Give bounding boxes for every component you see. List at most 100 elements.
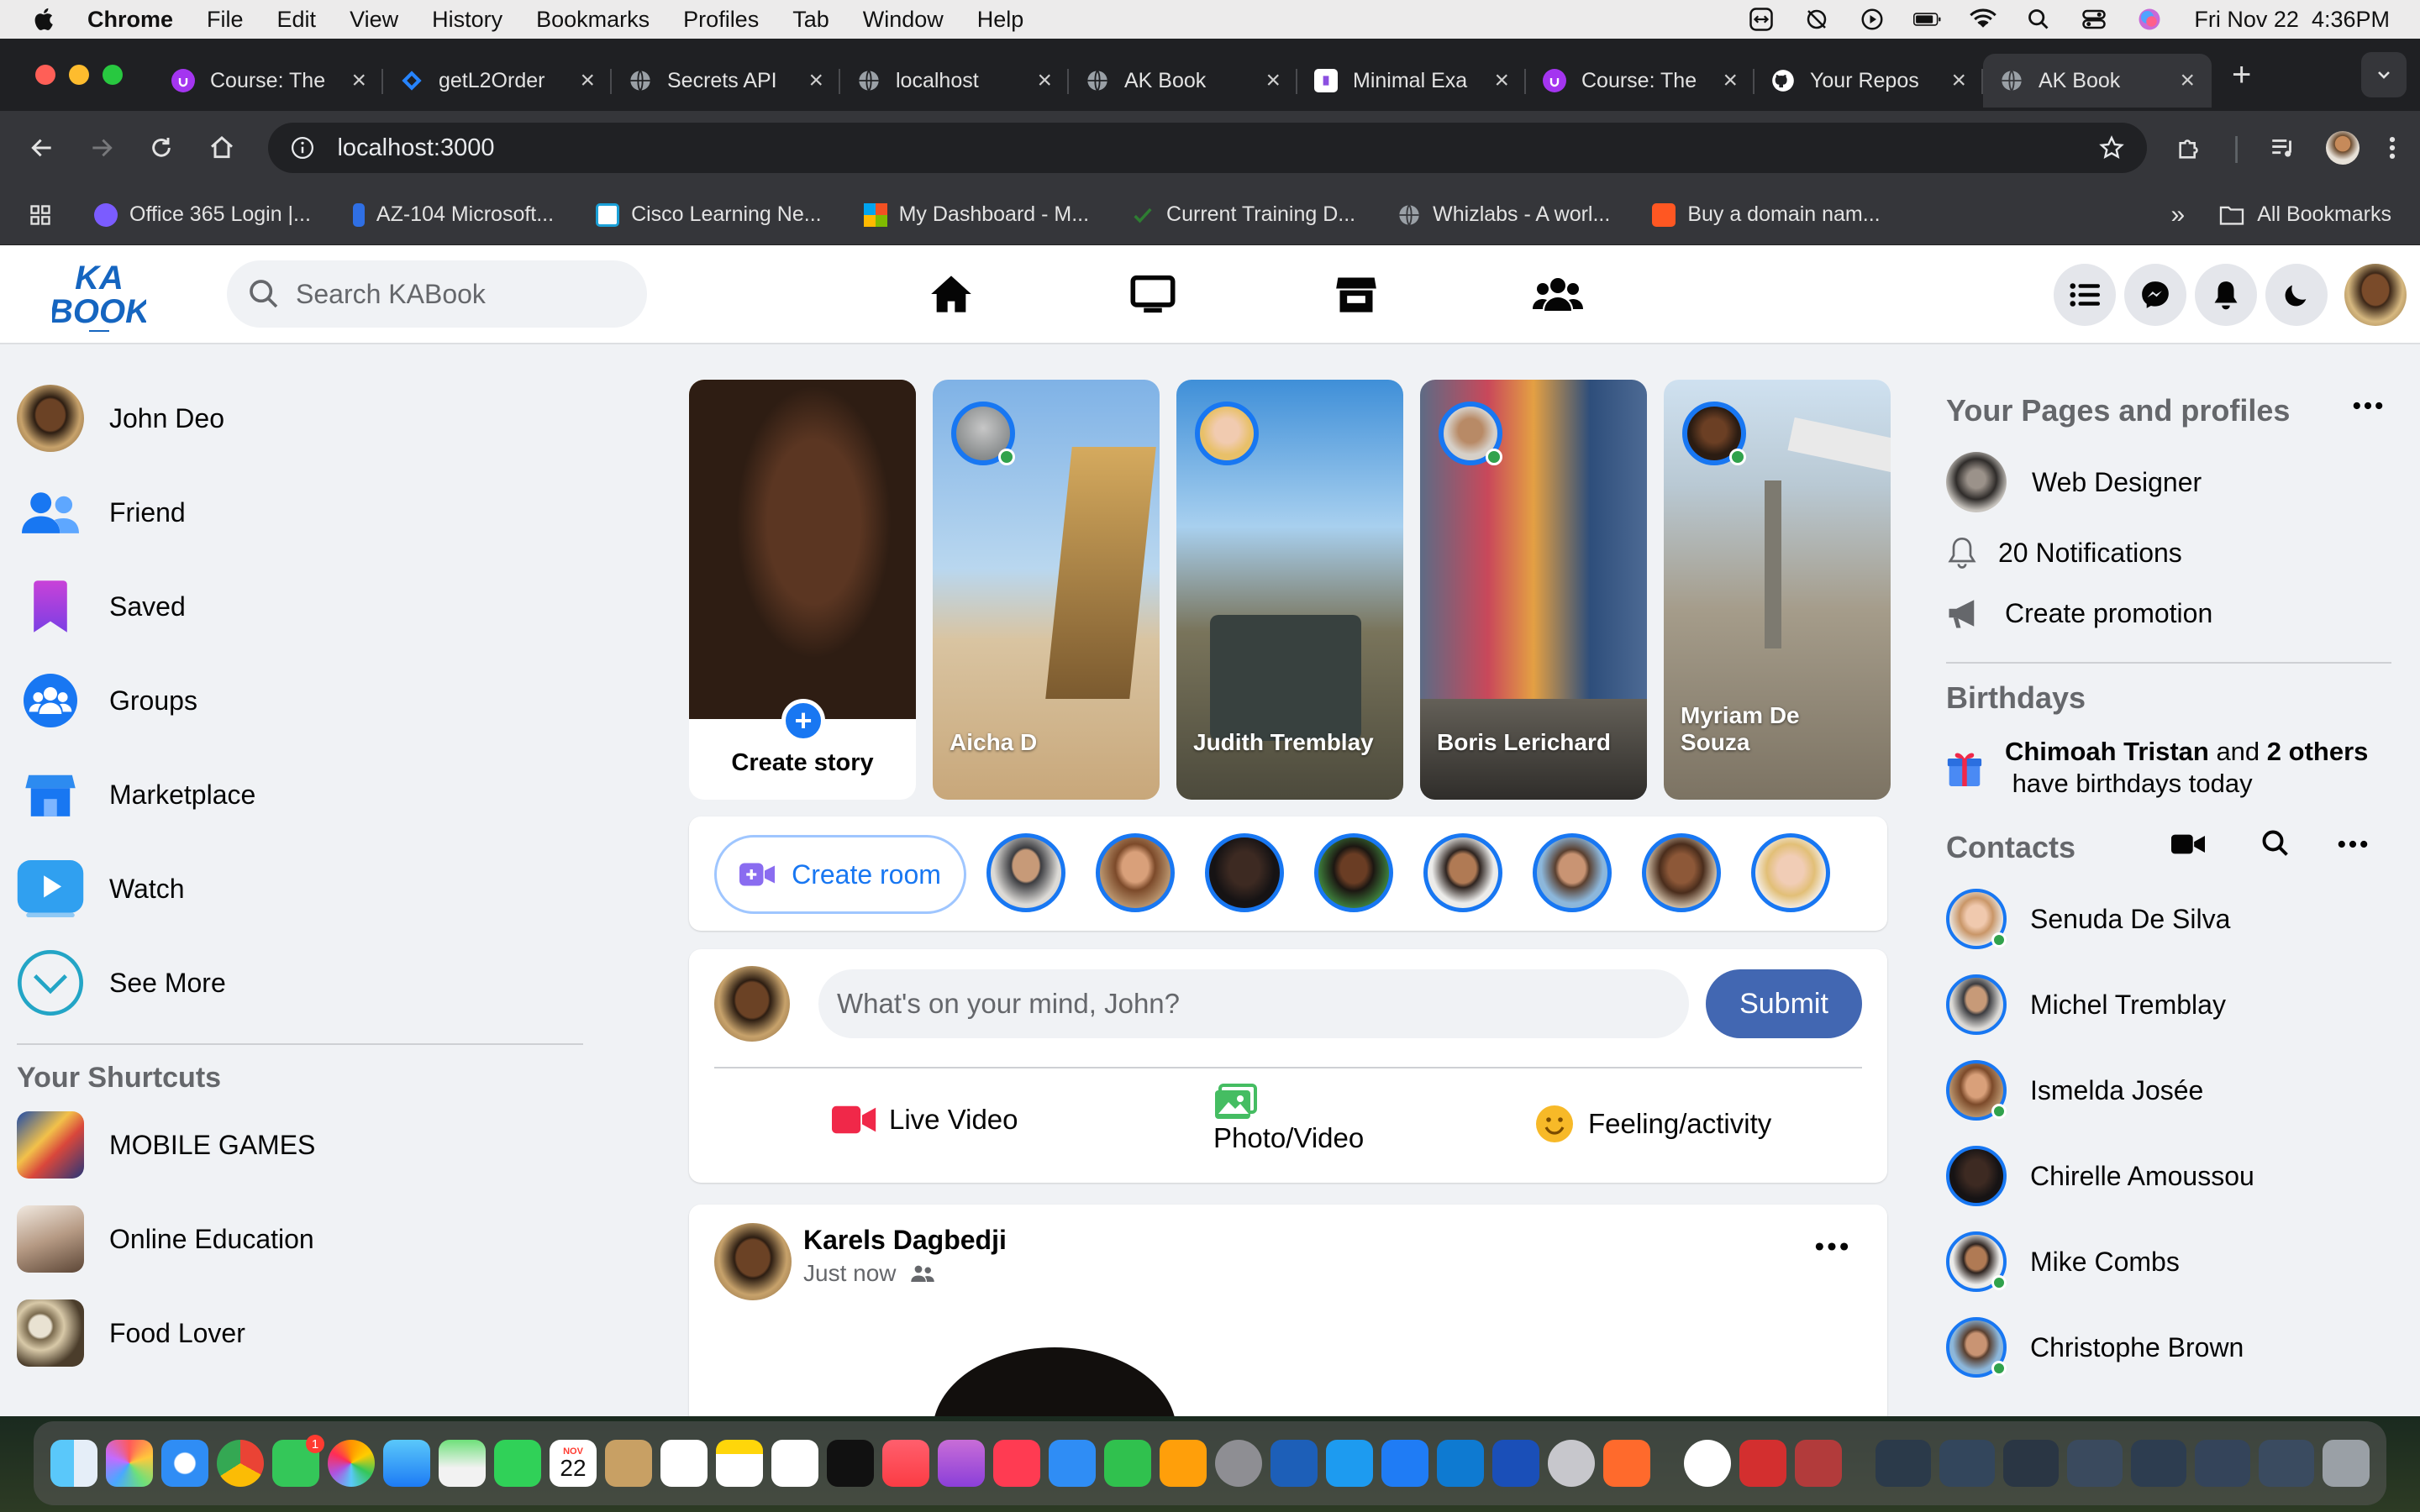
- user-avatar[interactable]: [2344, 264, 2407, 326]
- extensions-icon[interactable]: [2175, 134, 2204, 162]
- teamviewer-icon[interactable]: [1684, 1440, 1731, 1487]
- minimized-window[interactable]: [2195, 1440, 2250, 1487]
- utility-icon[interactable]: [1548, 1440, 1595, 1487]
- forward-button[interactable]: [83, 129, 119, 166]
- minimize-window-button[interactable]: [69, 65, 89, 85]
- create-story-card[interactable]: + Create story: [689, 380, 916, 800]
- mail-icon[interactable]: [383, 1440, 430, 1487]
- siri-icon[interactable]: [2135, 7, 2164, 32]
- close-tab-icon[interactable]: ×: [2180, 66, 2195, 95]
- menu-tab[interactable]: Tab: [792, 7, 829, 33]
- podcasts-icon[interactable]: [938, 1440, 985, 1487]
- sidebar-item-friend[interactable]: Friend: [0, 465, 605, 559]
- room-avatar[interactable]: [1205, 833, 1284, 912]
- isp-icon[interactable]: [1492, 1440, 1539, 1487]
- freeform-icon[interactable]: [771, 1440, 818, 1487]
- messages-icon[interactable]: 1: [272, 1435, 324, 1487]
- contacts-app-icon[interactable]: [605, 1440, 652, 1487]
- finder-icon[interactable]: [50, 1440, 97, 1487]
- apps-grid-icon[interactable]: [29, 203, 52, 227]
- media-play-status-icon[interactable]: [1858, 7, 1886, 32]
- close-tab-icon[interactable]: ×: [1037, 66, 1052, 95]
- post-options-icon[interactable]: [1815, 1242, 1849, 1252]
- sidebar-item-saved[interactable]: Saved: [0, 559, 605, 654]
- marketplace-nav-icon[interactable]: [1329, 267, 1383, 321]
- close-tab-icon[interactable]: ×: [1723, 66, 1738, 95]
- home-button[interactable]: [203, 129, 239, 166]
- create-promotion-item[interactable]: Create promotion: [1946, 596, 2212, 630]
- sidebar-item-marketplace[interactable]: Marketplace: [0, 748, 605, 842]
- post-author-avatar[interactable]: [714, 1223, 792, 1300]
- room-avatar[interactable]: [1096, 833, 1175, 912]
- story-card[interactable]: Judith Tremblay: [1176, 380, 1403, 800]
- news-icon[interactable]: [993, 1440, 1040, 1487]
- room-avatar[interactable]: [1423, 833, 1502, 912]
- live-video-button[interactable]: Live Video: [832, 1104, 1018, 1136]
- close-tab-icon[interactable]: ×: [1494, 66, 1509, 95]
- menu-view[interactable]: View: [350, 7, 398, 33]
- menu-window[interactable]: Window: [863, 7, 944, 33]
- minimized-window[interactable]: [2131, 1440, 2186, 1487]
- keynote-icon[interactable]: [1049, 1440, 1096, 1487]
- address-bar[interactable]: localhost:3000: [268, 123, 2148, 173]
- shortcut-item[interactable]: Online Education: [0, 1192, 605, 1286]
- room-avatar[interactable]: [986, 833, 1065, 912]
- close-tab-icon[interactable]: ×: [351, 66, 366, 95]
- vscode-icon[interactable]: [1437, 1440, 1484, 1487]
- pages-icon[interactable]: [1160, 1440, 1207, 1487]
- room-avatar[interactable]: [1751, 833, 1830, 912]
- tab-search-button[interactable]: [2361, 52, 2407, 97]
- safari-icon[interactable]: [161, 1440, 208, 1487]
- new-tab-button[interactable]: +: [2232, 56, 2251, 94]
- more-bookmarks-icon[interactable]: »: [2171, 201, 2186, 229]
- system-settings-icon[interactable]: [1215, 1440, 1262, 1487]
- close-tab-icon[interactable]: ×: [808, 66, 823, 95]
- teamviewer-status-icon[interactable]: [1747, 7, 1776, 32]
- virtualbox-icon[interactable]: [1270, 1440, 1318, 1487]
- dictionary-icon[interactable]: [1795, 1440, 1842, 1487]
- bookmark-item[interactable]: Cisco Learning Ne...: [596, 202, 822, 227]
- reload-button[interactable]: [144, 129, 180, 166]
- contacts-search-icon[interactable]: [2260, 828, 2291, 858]
- vpn-status-icon[interactable]: [1802, 7, 1831, 32]
- menu-clock[interactable]: Fri Nov 22 4:36PM: [2194, 7, 2390, 33]
- maps-icon[interactable]: [439, 1440, 486, 1487]
- feeling-activity-button[interactable]: Feeling/activity: [1534, 1104, 1771, 1144]
- spotlight-search-icon[interactable]: [2024, 7, 2053, 32]
- create-story-plus-icon[interactable]: +: [781, 699, 825, 743]
- url-text[interactable]: localhost:3000: [337, 134, 494, 162]
- sidebar-item-see-more[interactable]: See More: [0, 936, 605, 1030]
- docker-icon[interactable]: [1326, 1440, 1373, 1487]
- sidebar-item-profile[interactable]: John Deo: [0, 371, 605, 465]
- room-avatar[interactable]: [1533, 833, 1612, 912]
- contact-item[interactable]: Chirelle Amoussou: [1946, 1146, 2254, 1206]
- bookmark-star-icon[interactable]: [2098, 134, 2125, 161]
- chrome-icon[interactable]: [217, 1440, 264, 1487]
- contact-item[interactable]: Michel Tremblay: [1946, 974, 2226, 1035]
- story-card[interactable]: Boris Lerichard: [1420, 380, 1647, 800]
- close-tab-icon[interactable]: ×: [1951, 66, 1966, 95]
- acrobat-icon[interactable]: [1739, 1440, 1786, 1487]
- notifications-button[interactable]: [2195, 264, 2257, 326]
- bookmark-item[interactable]: Whizlabs - A worl...: [1397, 202, 1610, 227]
- calendar-icon[interactable]: NOV 22: [550, 1440, 597, 1487]
- watch-nav-icon[interactable]: [1126, 267, 1180, 321]
- bookmark-item[interactable]: Buy a domain nam...: [1652, 202, 1881, 227]
- messenger-button[interactable]: [2124, 264, 2186, 326]
- home-nav-icon[interactable]: [924, 267, 978, 321]
- menu-history[interactable]: History: [432, 7, 502, 33]
- video-call-icon[interactable]: [2171, 832, 2205, 857]
- reminders-icon[interactable]: [660, 1440, 708, 1487]
- all-bookmarks-folder[interactable]: All Bookmarks: [2218, 202, 2391, 227]
- room-avatar[interactable]: [1314, 833, 1393, 912]
- menu-profiles[interactable]: Profiles: [683, 7, 759, 33]
- contact-item[interactable]: Christophe Brown: [1946, 1317, 2244, 1378]
- contact-item[interactable]: Senuda De Silva: [1946, 889, 2230, 949]
- birthday-notice[interactable]: Chimoah Tristan and 2 others have birthd…: [1946, 736, 2400, 800]
- numbers-icon[interactable]: [1104, 1440, 1151, 1487]
- minimized-window[interactable]: [1939, 1440, 1995, 1487]
- control-center-icon[interactable]: [2080, 7, 2108, 32]
- pages-options-icon[interactable]: [2353, 402, 2383, 410]
- close-window-button[interactable]: [35, 65, 55, 85]
- menu-bookmarks[interactable]: Bookmarks: [536, 7, 650, 33]
